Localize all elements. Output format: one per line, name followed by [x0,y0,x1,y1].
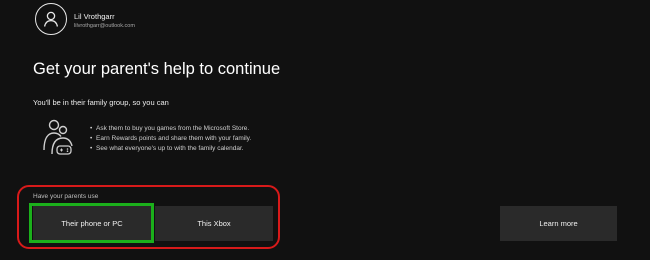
button-label: Learn more [539,219,578,228]
person-icon [35,3,67,35]
benefit-text: Ask them to buy you games from the Micro… [96,125,250,132]
benefit-text: See what everyone's up to with the famil… [96,145,244,152]
button-label: This Xbox [197,219,231,228]
account-email: lilvrothgarr@outlook.com [74,22,135,29]
family-group-icon [40,118,76,158]
benefit-text: Earn Rewards points and share them with … [96,135,252,142]
account-info: Lil Vrothgarr lilvrothgarr@outlook.com [74,11,135,30]
button-label: Their phone or PC [61,219,123,228]
list-item: • See what everyone's up to with the fami… [90,144,251,154]
list-item: • Ask them to buy you games from the Micr… [90,124,251,134]
screen: Lil Vrothgarr lilvrothgarr@outlook.com G… [0,0,650,260]
learn-more-button[interactable]: Learn more [500,206,617,241]
account-name: Lil Vrothgarr [74,11,115,21]
subtitle: You'll be in their family group, so you … [33,98,169,107]
their-phone-or-pc-button[interactable]: Their phone or PC [33,206,151,241]
page-title: Get your parent's help to continue [33,60,281,78]
this-xbox-button[interactable]: This Xbox [155,206,273,241]
benefits-list: • Ask them to buy you games from the Micr… [90,124,251,154]
account-header: Lil Vrothgarr lilvrothgarr@outlook.com [35,3,135,35]
options-label: Have your parents use [33,193,99,200]
list-item: • Earn Rewards points and share them with… [90,134,251,144]
